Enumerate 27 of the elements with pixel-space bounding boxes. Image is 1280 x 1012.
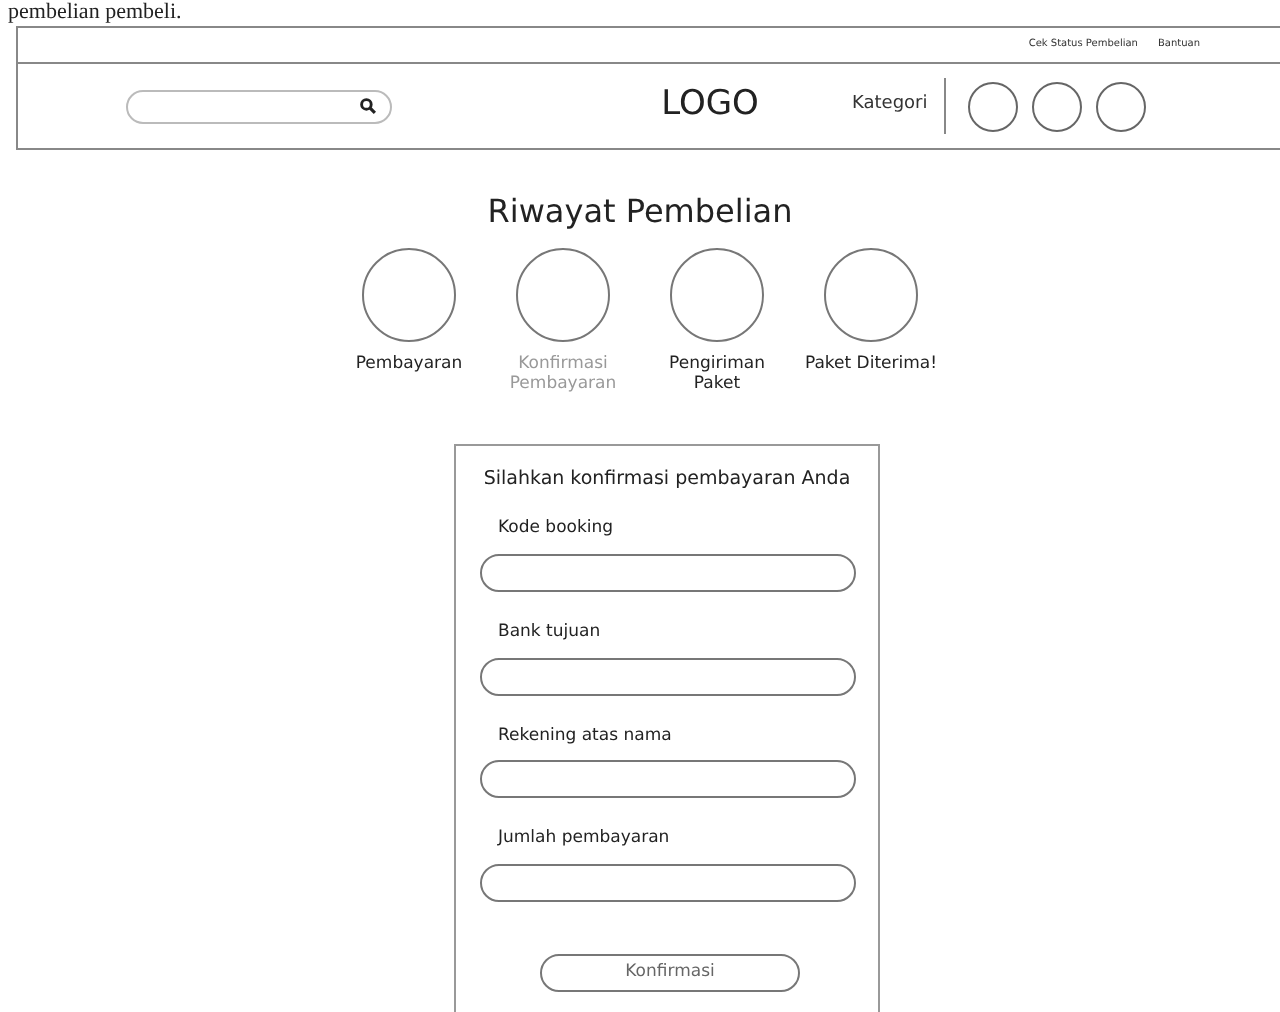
field-label: Jumlah pembayaran — [498, 826, 672, 852]
input-field[interactable] — [480, 760, 856, 799]
step-circle — [824, 248, 918, 342]
step-label: Paket Diterima! — [804, 354, 938, 374]
form-title: Silahkan konfirmasi pembayaran Anda — [481, 466, 853, 492]
search-field[interactable] — [126, 89, 392, 123]
history-title: Riwayat Pembelian — [485, 190, 795, 234]
step-circle — [362, 248, 456, 342]
step-circle — [670, 248, 764, 342]
circle-icon[interactable] — [967, 81, 1018, 131]
input-field[interactable] — [480, 553, 856, 592]
step-circle — [516, 248, 610, 342]
step-label: Konfirmasi Pembayaran — [507, 354, 619, 394]
confirm-button[interactable]: Konfirmasi — [540, 954, 800, 992]
step-label: Pembayaran — [355, 354, 463, 374]
caption-text: pembelian pembeli. — [6, 0, 184, 26]
step-label: Pengiriman Paket — [667, 354, 767, 394]
circle-icon[interactable] — [1095, 81, 1146, 131]
field-label: Kode booking — [498, 516, 616, 542]
logo[interactable]: LOGO — [620, 80, 800, 132]
circle-icon[interactable] — [1031, 81, 1082, 131]
category-link[interactable]: Kategori — [852, 92, 928, 120]
input-field[interactable] — [480, 864, 856, 902]
field-label: Bank tujuan — [498, 619, 603, 645]
field-label: Rekening atas nama — [498, 723, 674, 749]
input-field[interactable] — [480, 657, 856, 695]
search-icon — [360, 98, 376, 114]
